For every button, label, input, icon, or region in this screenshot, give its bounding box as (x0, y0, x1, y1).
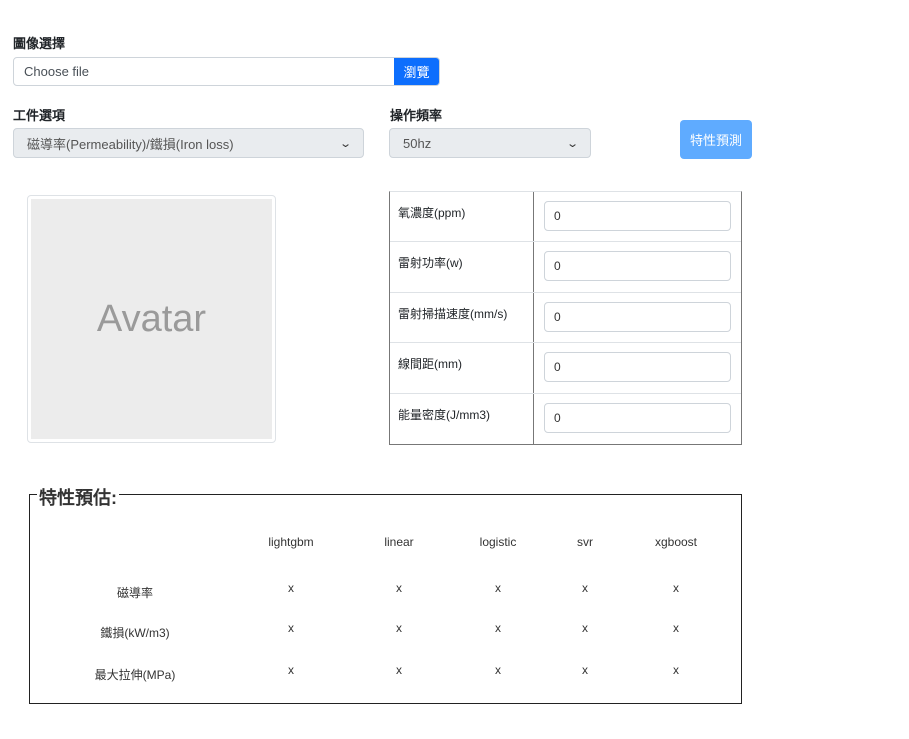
laser-power-input[interactable] (544, 251, 731, 282)
energy-density-input[interactable] (544, 402, 731, 433)
param-label: 雷射功率(w) (390, 242, 534, 292)
column-header: xgboost (654, 535, 698, 549)
column-header: svr (577, 535, 593, 549)
avatar-placeholder: Avatar (31, 199, 272, 439)
param-row: 雷射功率(w) (390, 242, 741, 293)
browse-button[interactable]: 瀏覽 (394, 58, 439, 85)
results-title: 特性預估: (37, 484, 119, 510)
frequency-label: 操作頻率 (390, 108, 443, 123)
parameter-table: 氧濃度(ppm) 雷射功率(w) 雷射掃描速度(mm/s) 線間距(mm) 能量… (389, 191, 742, 445)
param-label: 線間距(mm) (390, 343, 534, 393)
result-value: x (495, 621, 501, 635)
result-value: x (582, 663, 588, 677)
column-header: lightgbm (268, 535, 314, 549)
param-label: 雷射掃描速度(mm/s) (390, 292, 534, 343)
avatar-image: Avatar (27, 195, 276, 443)
result-value: x (288, 621, 294, 635)
chevron-down-icon: ⌄ (338, 137, 352, 150)
result-value: x (288, 581, 294, 595)
param-row: 氧濃度(ppm) (390, 192, 741, 243)
result-value: x (582, 621, 588, 635)
workpiece-label: 工件選項 (13, 108, 66, 123)
result-value: x (673, 581, 679, 595)
predict-button[interactable]: 特性預測 (680, 120, 752, 159)
image-select-label: 圖像選擇 (13, 36, 66, 51)
result-value: x (396, 581, 402, 595)
result-value: x (396, 621, 402, 635)
file-input[interactable]: Choose file 瀏覽 (13, 57, 440, 86)
frequency-select[interactable]: 50hz ⌄ (389, 128, 591, 158)
param-row: 能量密度(J/mm3) (390, 393, 741, 444)
frequency-value: 50hz (403, 135, 432, 151)
file-placeholder: Choose file (24, 64, 90, 79)
result-value: x (673, 621, 679, 635)
param-label: 氧濃度(ppm) (390, 192, 534, 242)
result-value: x (495, 663, 501, 677)
result-value: x (495, 581, 501, 595)
column-header: linear (384, 535, 414, 549)
row-label: 最大拉伸(MPa) (94, 668, 176, 682)
param-row: 雷射掃描速度(mm/s) (390, 292, 741, 344)
column-header: logistic (479, 535, 517, 549)
oxygen-input[interactable] (544, 201, 731, 231)
row-label: 磁導率 (116, 586, 154, 600)
result-value: x (288, 663, 294, 677)
result-value: x (673, 663, 679, 677)
scan-speed-input[interactable] (544, 301, 731, 332)
line-spacing-input[interactable] (544, 352, 731, 383)
workpiece-value: 磁導率(Permeability)/鐵損(Iron loss) (27, 136, 234, 152)
param-label: 能量密度(J/mm3) (390, 393, 534, 444)
chevron-down-icon: ⌄ (565, 137, 579, 150)
workpiece-select[interactable]: 磁導率(Permeability)/鐵損(Iron loss) ⌄ (13, 128, 364, 158)
result-value: x (396, 663, 402, 677)
result-value: x (582, 581, 588, 595)
param-row: 線間距(mm) (390, 343, 741, 394)
row-label: 鐵損(kW/m3) (100, 626, 170, 640)
